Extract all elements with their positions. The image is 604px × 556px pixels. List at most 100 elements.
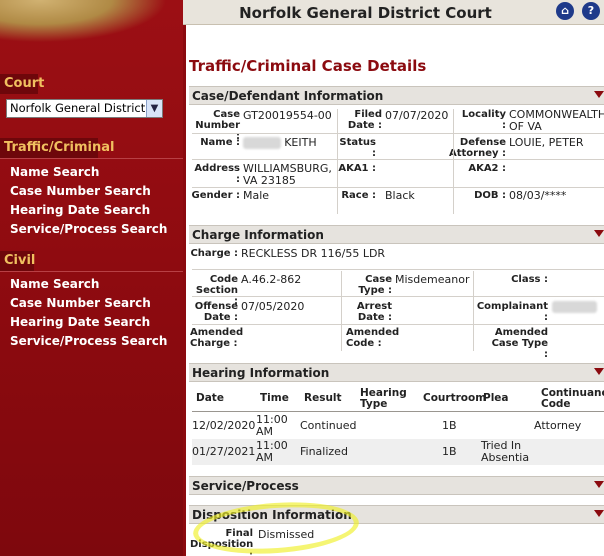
first-name: KEITH — [284, 136, 317, 149]
court-select[interactable]: Norfolk General District C ▼ — [6, 99, 163, 118]
collapse-icon[interactable] — [594, 368, 604, 375]
gender-label: Gender : — [191, 190, 240, 201]
row-result: Continued — [300, 419, 357, 432]
aka2-label: AKA2 : — [468, 163, 506, 174]
filed-date-value: 07/07/2020 — [385, 109, 449, 122]
sidebar: Court Norfolk General District C ▼ Traff… — [0, 0, 183, 556]
defense-attorney-label: Defense Attorney : — [448, 137, 506, 159]
column-header-date: Date — [196, 392, 224, 404]
divider — [0, 271, 183, 272]
main-content: Traffic/Criminal Case Details Case/Defen… — [183, 25, 604, 556]
court-select-value: Norfolk General District C — [10, 101, 157, 115]
divider — [453, 109, 454, 214]
page-title: Traffic/Criminal Case Details — [189, 57, 427, 75]
locality-value: COMMONWEALTH OF VA — [509, 108, 604, 133]
collapse-icon[interactable] — [594, 481, 604, 488]
civil-heading: Civil — [0, 251, 35, 271]
chevron-down-icon[interactable]: ▼ — [146, 100, 162, 117]
section-title: Charge Information — [192, 228, 324, 242]
divider — [192, 187, 604, 188]
column-header-continuance-code: Continuance Code — [541, 387, 604, 410]
code-section-value: A.46.2-862 — [241, 273, 302, 286]
offense-date-label: Offense Date : — [194, 301, 238, 323]
court-heading: Court — [0, 74, 44, 94]
collapse-icon[interactable] — [594, 510, 604, 517]
section-title: Case/Defendant Information — [192, 89, 384, 103]
column-header-hearing-type: Hearing Type — [360, 387, 407, 410]
class-label: Class : — [511, 274, 548, 285]
traffic-case-number-search-link[interactable]: Case Number Search — [10, 184, 151, 198]
arrest-date-label: Arrest Date : — [356, 301, 392, 323]
row-continuance: Attorney — [534, 419, 582, 432]
defense-attorney-value: LOUIE, PETER — [509, 136, 584, 149]
hearing-section-header[interactable]: Hearing Information — [189, 363, 604, 382]
complainant-value: XXXXXX — [552, 300, 598, 313]
amended-case-type-label: Amended Case Type : — [491, 327, 548, 360]
section-title: Service/Process — [192, 479, 299, 493]
column-header-result: Result — [304, 392, 342, 404]
sidebar-banner — [0, 0, 183, 56]
address-label: Address : — [194, 163, 240, 185]
service-process-section-header[interactable]: Service/Process — [189, 476, 604, 495]
home-icon[interactable]: ⌂ — [556, 2, 574, 20]
traffic-service-process-search-link[interactable]: Service/Process Search — [10, 222, 167, 236]
court-title: Norfolk General District Court — [239, 4, 492, 22]
filed-date-label: Filed Date : — [347, 109, 382, 131]
civil-service-process-search-link[interactable]: Service/Process Search — [10, 334, 167, 348]
case-type-label: Case Type : — [358, 274, 392, 296]
traffic-hearing-date-search-link[interactable]: Hearing Date Search — [10, 203, 150, 217]
collapse-icon[interactable] — [594, 230, 604, 237]
row-time: 11:00 AM — [256, 413, 288, 438]
complainant-label: Complainant : — [476, 301, 548, 323]
divider — [192, 133, 604, 134]
status-label: Status : — [339, 137, 376, 159]
dob-value: 08/03/**** — [509, 189, 567, 202]
divider — [192, 269, 604, 270]
race-value: Black — [385, 189, 415, 202]
case-type-value: Misdemeanor — [395, 273, 470, 286]
row-result: Finalized — [300, 445, 348, 458]
charge-value: RECKLESS DR 116/55 LDR — [241, 247, 386, 260]
column-header-courtroom: Courtroom — [423, 392, 487, 404]
row-date: 01/27/2021 — [192, 445, 256, 458]
row-time: 11:00 AM — [256, 439, 288, 464]
row-date: 12/02/2020 — [192, 419, 256, 432]
collapse-icon[interactable] — [594, 91, 604, 98]
traffic-name-search-link[interactable]: Name Search — [10, 165, 99, 179]
divider — [192, 159, 604, 160]
amended-charge-label: Amended Charge : — [190, 327, 244, 349]
redacted-block: XXXXXX — [552, 300, 598, 313]
dob-label: DOB : — [474, 190, 506, 201]
page-header: Norfolk General District Court ⌂ ? — [183, 0, 604, 25]
locality-label: Locality : — [461, 109, 506, 131]
traffic-criminal-heading: Traffic/Criminal — [0, 138, 114, 158]
civil-name-search-link[interactable]: Name Search — [10, 277, 99, 291]
row-plea: Tried In Absentia — [481, 439, 530, 464]
help-icon[interactable]: ? — [582, 2, 600, 20]
civil-case-number-search-link[interactable]: Case Number Search — [10, 296, 151, 310]
amended-code-label: Amended Code : — [346, 327, 400, 349]
row-courtroom: 1B — [442, 419, 457, 432]
divider — [192, 411, 604, 412]
case-number-value: GT20019554-00 — [243, 109, 332, 122]
name-value: XXXXX KEITH — [243, 137, 317, 149]
aka1-label: AKA1 : — [338, 163, 376, 174]
case-defendant-section-header[interactable]: Case/Defendant Information — [189, 86, 604, 105]
race-label: Race : — [341, 190, 376, 201]
row-courtroom: 1B — [442, 445, 457, 458]
divider — [337, 109, 338, 214]
redacted-block: XXXXX — [243, 136, 281, 149]
divider — [192, 324, 604, 325]
column-header-plea: Plea — [483, 392, 509, 404]
address-value: WILLIAMSBURG, VA 23185 — [243, 162, 332, 187]
charge-label: Charge : — [190, 248, 238, 259]
section-title: Hearing Information — [192, 366, 330, 380]
divider — [341, 271, 342, 351]
column-header-time: Time — [260, 392, 289, 404]
offense-date-value: 07/05/2020 — [241, 300, 305, 313]
civil-hearing-date-search-link[interactable]: Hearing Date Search — [10, 315, 150, 329]
charge-section-header[interactable]: Charge Information — [189, 225, 604, 244]
divider — [473, 271, 474, 351]
divider — [192, 296, 604, 297]
gender-value: Male — [243, 189, 270, 202]
